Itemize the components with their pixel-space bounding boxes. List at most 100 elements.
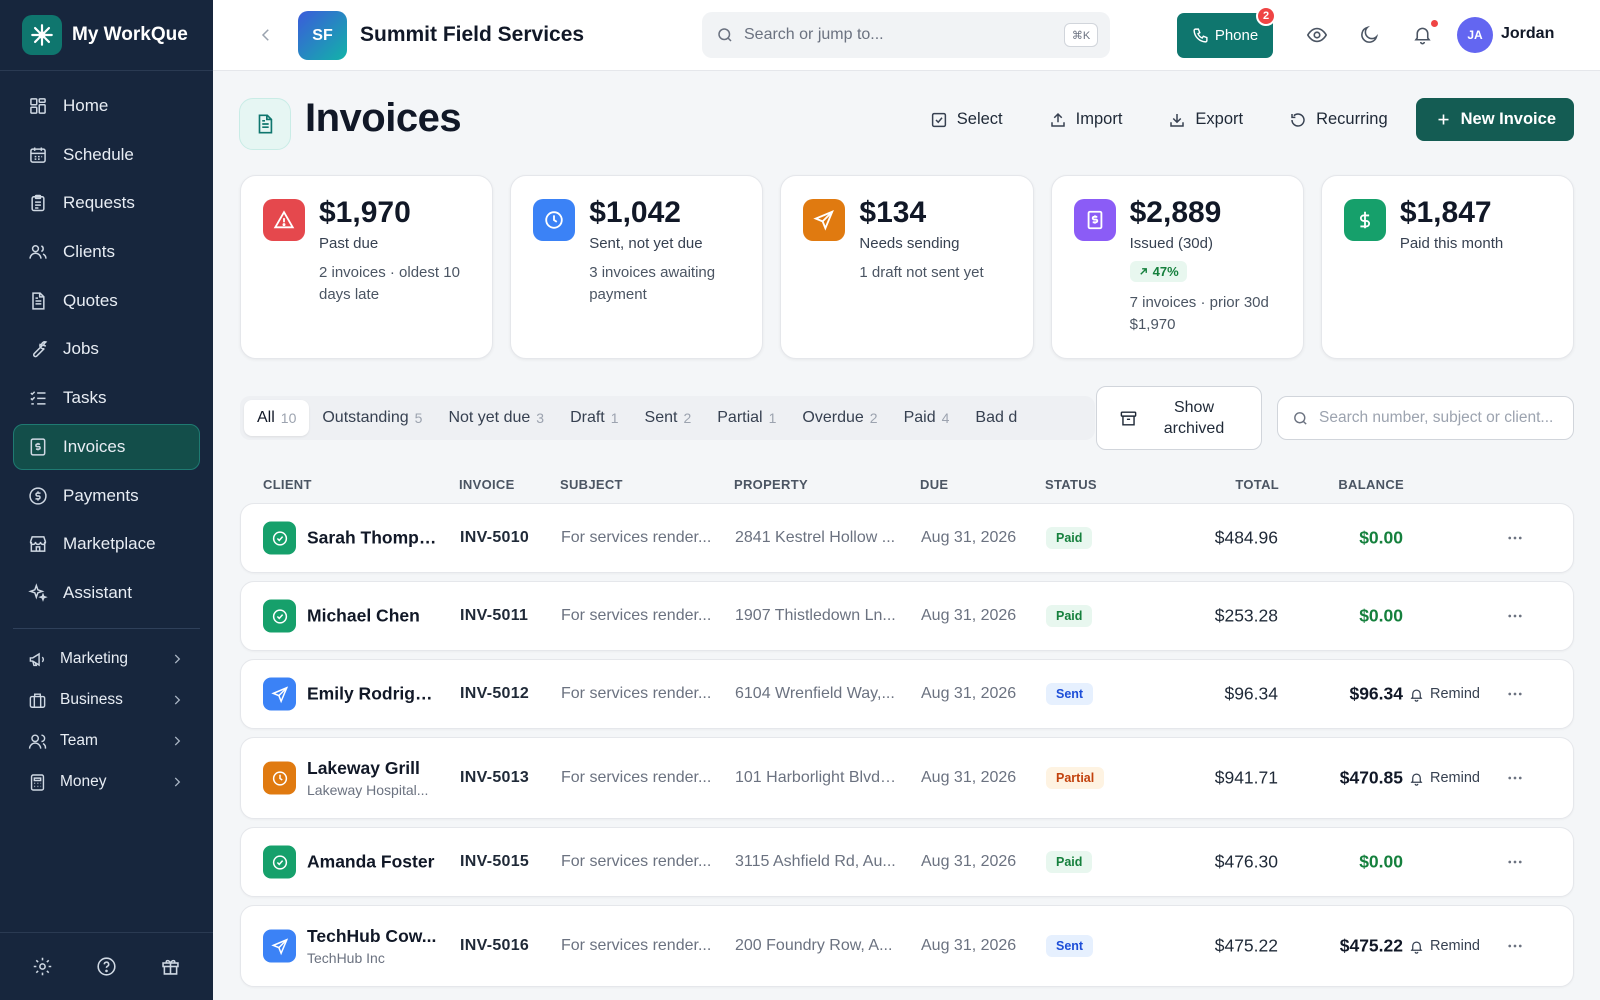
tab-not-yet-due[interactable]: Not yet due 3 — [435, 400, 557, 436]
invoice-number[interactable]: INV-5010 — [460, 529, 529, 547]
col-due[interactable]: DUE — [920, 477, 948, 492]
global-search[interactable]: Search or jump to... ⌘K — [702, 12, 1110, 58]
client-cell[interactable]: Sarah Thomps... — [307, 528, 443, 549]
brand[interactable]: My WorkQue — [0, 0, 213, 71]
more-options-icon[interactable] — [1506, 607, 1524, 625]
client-name: Amanda Foster — [307, 851, 435, 872]
remind-button[interactable]: Remind — [1409, 938, 1480, 954]
due-date: Aug 31, 2026 — [921, 529, 1017, 546]
invoice-number[interactable]: INV-5016 — [460, 937, 529, 955]
more-options-icon[interactable] — [1506, 937, 1524, 955]
moon-icon[interactable] — [1359, 24, 1380, 45]
remind-button[interactable]: Remind — [1409, 770, 1480, 786]
sidebar-group-money[interactable]: Money — [13, 762, 200, 803]
kpi-label: Issued (30d) — [1129, 235, 1213, 252]
tab-sent[interactable]: Sent 2 — [632, 400, 705, 436]
kpi-card[interactable]: $134 Needs sending 1 draft not sent yet — [780, 175, 1034, 359]
tab-draft[interactable]: Draft 1 — [557, 400, 631, 436]
sidebar-item-marketplace[interactable]: Marketplace — [13, 521, 200, 567]
remind-button[interactable]: Remind — [1409, 686, 1480, 702]
remind-label: Remind — [1430, 938, 1480, 954]
recurring-button[interactable]: Recurring — [1289, 110, 1388, 129]
invoice-number[interactable]: INV-5015 — [460, 853, 529, 871]
col-property[interactable]: PROPERTY — [734, 477, 808, 492]
more-options-icon[interactable] — [1506, 685, 1524, 703]
col-invoice[interactable]: INVOICE — [459, 477, 515, 492]
kpi-note: 1 draft not sent yet — [859, 264, 984, 281]
new-invoice-button[interactable]: New Invoice — [1415, 98, 1574, 141]
import-button[interactable]: Import — [1049, 110, 1122, 129]
col-subject[interactable]: SUBJECT — [560, 477, 623, 492]
briefcase-icon — [26, 689, 48, 711]
tab-partial[interactable]: Partial 1 — [704, 400, 789, 436]
sidebar-item-requests[interactable]: Requests — [13, 180, 200, 226]
kpi-card[interactable]: $1,042 Sent, not yet due 3 invoices awaiti… — [510, 175, 764, 359]
settings-icon[interactable] — [32, 956, 53, 977]
col-status[interactable]: STATUS — [1045, 477, 1097, 492]
invoice-number[interactable]: INV-5013 — [460, 769, 529, 787]
phone-button[interactable]: Phone 2 — [1177, 6, 1276, 58]
sidebar-group-team[interactable]: Team — [13, 721, 200, 762]
sidebar-item-tasks[interactable]: Tasks — [13, 375, 200, 421]
invoice-page-icon — [239, 98, 291, 150]
kpi-card[interactable]: $2,889 Issued (30d) 47% 7 invoices · prior … — [1050, 175, 1304, 359]
tab-all[interactable]: All 10 — [244, 400, 310, 436]
invoice-search-input[interactable]: Search number, subject or client... — [1277, 396, 1574, 440]
table-row[interactable]: Michael Chen INV-5011 For services render.… — [240, 581, 1574, 651]
sidebar-item-assistant[interactable]: Assistant — [13, 570, 200, 616]
sidebar-item-home[interactable]: Home — [13, 83, 200, 129]
sidebar-item-clients[interactable]: Clients — [13, 229, 200, 275]
client-cell[interactable]: TechHub Cow... TechHub Inc — [307, 926, 443, 966]
company-badge[interactable]: SF — [298, 11, 347, 60]
show-archived-button[interactable]: Show archived — [1096, 386, 1262, 450]
table-row[interactable]: Amanda Foster INV-5015 For services render… — [240, 827, 1574, 897]
col-total[interactable]: TOTAL — [1235, 477, 1279, 492]
tab-bad-d[interactable]: Bad d — [962, 400, 1030, 436]
company-name[interactable]: Summit Field Services — [360, 23, 584, 47]
avatar[interactable]: JA — [1457, 17, 1493, 53]
client-cell[interactable]: Lakeway Grill Lakeway Hospital... — [307, 758, 443, 798]
sidebar-group-marketing[interactable]: Marketing — [13, 639, 200, 680]
bell-icon[interactable] — [1412, 24, 1433, 45]
sidebar-item-quotes[interactable]: Quotes — [13, 278, 200, 324]
client-cell[interactable]: Amanda Foster — [307, 852, 443, 873]
more-options-icon[interactable] — [1506, 853, 1524, 871]
gift-icon[interactable] — [160, 956, 181, 977]
export-button[interactable]: Export — [1168, 110, 1243, 129]
more-options-icon[interactable] — [1506, 529, 1524, 547]
sidebar-item-schedule[interactable]: Schedule — [13, 132, 200, 178]
sidebar-item-payments[interactable]: Payments — [13, 473, 200, 519]
invoice-balance: $0.00 — [1359, 527, 1403, 548]
table-row[interactable]: TechHub Cow... TechHub Inc INV-5016 For ser… — [240, 905, 1574, 987]
sidebar-item-invoices[interactable]: Invoices — [13, 423, 200, 470]
select-button[interactable]: Select — [930, 110, 1003, 129]
kpi-card[interactable]: $1,847 Paid this month — [1320, 175, 1575, 359]
invoice-table: Sarah Thomps... INV-5010 For services rend… — [240, 503, 1574, 995]
invoice-number[interactable]: INV-5012 — [460, 685, 529, 703]
bell-icon — [1409, 771, 1424, 786]
tab-outstanding[interactable]: Outstanding 5 — [309, 400, 435, 436]
invoice-number[interactable]: INV-5011 — [460, 607, 528, 625]
client-cell[interactable]: Michael Chen — [307, 606, 443, 627]
warning-icon — [263, 199, 305, 241]
tab-overdue[interactable]: Overdue 2 — [789, 400, 890, 436]
back-chevron-icon[interactable] — [257, 26, 275, 44]
table-row[interactable]: Emily Rodriguez INV-5012 For services rend… — [240, 659, 1574, 729]
table-row[interactable]: Lakeway Grill Lakeway Hospital... INV-5013… — [240, 737, 1574, 819]
tab-label: Bad d — [975, 409, 1018, 426]
tab-paid[interactable]: Paid 4 — [891, 400, 963, 436]
page-title: Invoices — [305, 96, 462, 140]
kpi-card[interactable]: $1,970 Past due 2 invoices · oldest 10 day… — [240, 175, 494, 359]
col-balance[interactable]: BALANCE — [1338, 477, 1404, 492]
sidebar-group-business[interactable]: Business — [13, 680, 200, 721]
eye-icon[interactable] — [1306, 24, 1328, 46]
col-client[interactable]: CLIENT — [263, 477, 312, 492]
help-icon[interactable] — [96, 956, 117, 977]
tab-count: 1 — [610, 410, 619, 426]
more-options-icon[interactable] — [1506, 769, 1524, 787]
client-cell[interactable]: Emily Rodriguez — [307, 684, 443, 705]
user-name[interactable]: Jordan — [1501, 25, 1554, 43]
global-search-placeholder: Search or jump to... — [744, 26, 884, 43]
table-row[interactable]: Sarah Thomps... INV-5010 For services rend… — [240, 503, 1574, 573]
sidebar-item-jobs[interactable]: Jobs — [13, 326, 200, 372]
